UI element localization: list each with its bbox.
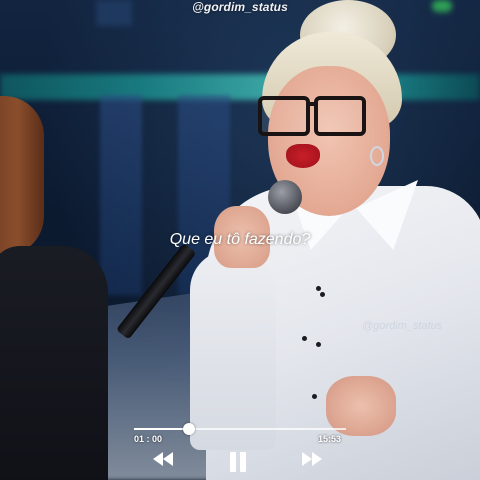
shirt-button <box>312 394 317 399</box>
shirt-button <box>316 286 321 291</box>
watermark: @gordim_status <box>362 320 443 332</box>
total-time: 15:53 <box>318 434 342 444</box>
singer-earring <box>370 146 384 166</box>
shirt-button <box>320 292 325 297</box>
subtitle-caption: Que eu tô fazendo? <box>169 231 311 248</box>
pause-button[interactable] <box>229 452 247 477</box>
rewind-button[interactable] <box>152 452 174 471</box>
glasses-lens <box>314 96 366 136</box>
glasses-bridge <box>306 102 318 106</box>
seek-handle[interactable] <box>183 423 196 435</box>
microphone-head <box>268 180 302 214</box>
seek-bar[interactable] <box>134 423 346 435</box>
rewind-icon <box>153 452 173 466</box>
fast-forward-button[interactable] <box>301 452 323 471</box>
seek-progress <box>134 428 190 430</box>
singer-lips <box>286 144 320 168</box>
pause-icon <box>230 452 246 472</box>
watermark: @gordim_status <box>192 0 288 14</box>
video-player-controls: 01 : 00 15:53 <box>0 418 480 480</box>
video-frame[interactable]: @gordim_status @gordim_status Que eu tô … <box>0 0 480 480</box>
glasses-lens <box>258 96 310 136</box>
shirt-button <box>302 336 307 341</box>
shirt-button <box>316 342 321 347</box>
current-time: 01 : 00 <box>134 434 163 444</box>
fast-forward-icon <box>302 452 322 466</box>
